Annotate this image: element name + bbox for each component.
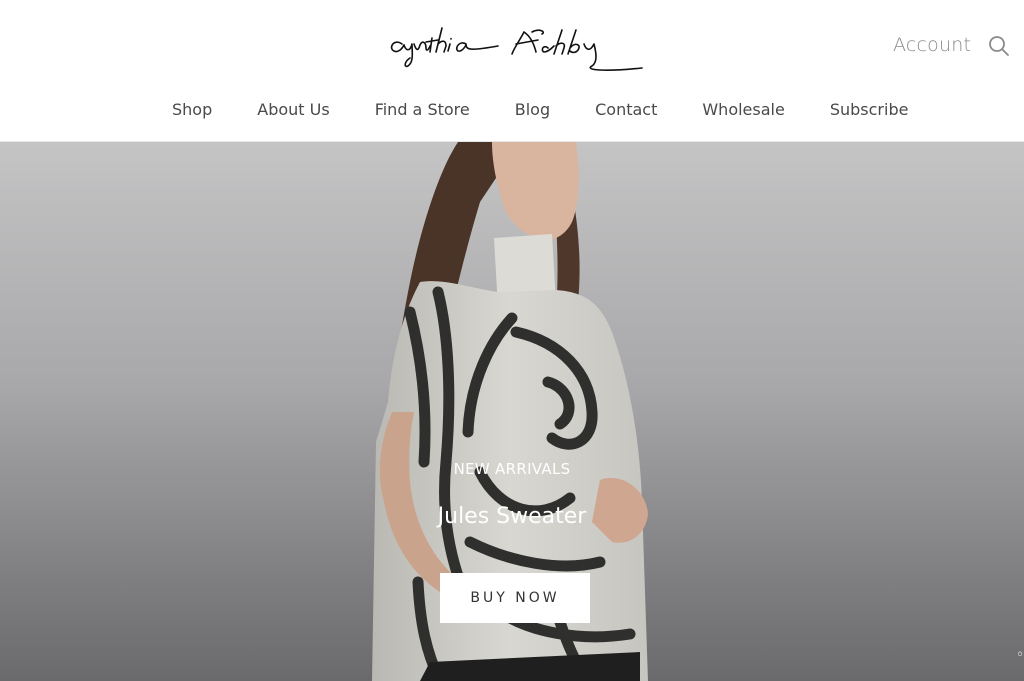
hero-banner: NEW ARRIVALS Jules Sweater BUY NOW ◦: [0, 142, 1024, 681]
brand-logo[interactable]: [384, 18, 646, 76]
site-header: Account Shop About Us Find a Store Blog …: [0, 0, 1024, 142]
account-link[interactable]: Account: [893, 34, 971, 56]
main-nav-list: Shop About Us Find a Store Blog Contact …: [172, 98, 908, 124]
nav-item-about-us[interactable]: About Us: [257, 98, 329, 124]
search-button[interactable]: [987, 34, 1011, 58]
nav-item-find-a-store[interactable]: Find a Store: [375, 98, 470, 124]
carousel-dot-icon[interactable]: ◦: [1016, 647, 1024, 663]
nav-item-contact[interactable]: Contact: [595, 98, 657, 124]
hero-eyebrow: NEW ARRIVALS: [453, 460, 571, 478]
main-nav: Shop About Us Find a Store Blog Contact …: [0, 98, 1024, 124]
nav-item-blog[interactable]: Blog: [515, 98, 550, 124]
buy-now-button[interactable]: BUY NOW: [440, 573, 590, 623]
nav-item-subscribe[interactable]: Subscribe: [830, 98, 909, 124]
nav-item-wholesale[interactable]: Wholesale: [702, 98, 784, 124]
hero-title: Jules Sweater: [437, 504, 587, 529]
search-icon: [989, 36, 1009, 56]
nav-item-shop[interactable]: Shop: [172, 98, 212, 124]
brand-logo-signature: [390, 27, 643, 71]
